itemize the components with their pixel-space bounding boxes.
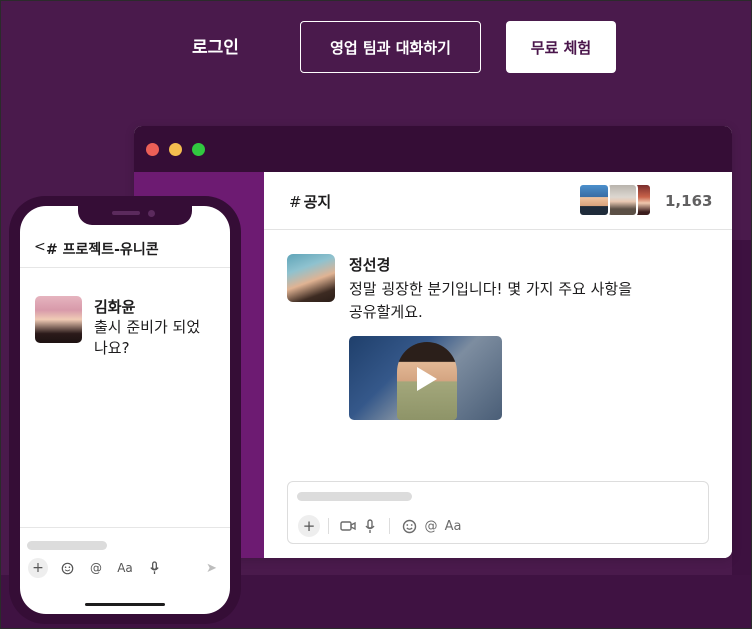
message-text: 정말 굉장한 분기입니다! 몇 가지 주요 사항을 공유할게요. [349,280,633,321]
message-avatar[interactable] [287,254,335,302]
message-text: 출시 준비가 되었나요? [94,318,201,357]
send-icon[interactable]: ➤ [206,561,217,576]
talk-to-sales-button[interactable]: 영업 팀과 대화하기 [300,21,481,73]
emoji-icon[interactable] [398,515,420,537]
video-icon[interactable] [337,515,359,537]
free-trial-button[interactable]: 무료 체험 [506,21,616,73]
format-text-icon[interactable]: Aa [115,558,135,578]
back-chevron-icon[interactable]: < [34,239,46,255]
microphone-icon[interactable] [144,558,164,578]
avatar [606,183,638,217]
phone-composer-toolbar: + @ Aa [28,557,164,579]
format-text-icon[interactable]: Aa [442,515,464,537]
phone-channel-header: < # 프로젝트-유니콘 [20,228,230,268]
channel-header: # 공지 1,163 [264,172,732,230]
background-band [732,240,752,580]
toolbar-divider [389,518,390,534]
video-thumbnail[interactable] [349,336,502,420]
message-author[interactable]: 정선경 [349,254,390,275]
close-dot-icon [146,143,159,156]
phone-channel-name[interactable]: # 프로젝트-유니콘 [46,239,159,259]
phone-notch [78,206,192,225]
phone-frame: < # 프로젝트-유니콘 김화윤 출시 준비가 되었나요? + @ Aa ➤ [9,196,241,624]
maximize-dot-icon [192,143,205,156]
message-avatar[interactable] [35,296,82,343]
login-link[interactable]: 로그인 [192,33,239,58]
hash-icon: # [289,193,302,211]
mention-icon[interactable]: @ [86,558,106,578]
composer-toolbar: + @ Aa [298,515,464,537]
microphone-icon[interactable] [359,515,381,537]
play-icon[interactable] [417,367,437,391]
speaker-icon [112,211,140,215]
member-avatars[interactable] [578,183,658,217]
message-author[interactable]: 김화윤 [94,296,135,317]
camera-icon [148,210,155,217]
emoji-icon[interactable] [57,558,77,578]
add-icon[interactable]: + [28,558,48,578]
composer-placeholder [297,492,412,501]
mention-icon[interactable]: @ [420,515,442,537]
message-composer[interactable]: + @ Aa [287,481,709,544]
phone-screen: < # 프로젝트-유니콘 김화윤 출시 준비가 되었나요? + @ Aa ➤ [20,206,230,614]
window-titlebar [134,126,732,172]
toolbar-divider [328,518,329,534]
channel-panel: # 공지 1,163 정선경 정말 굉장한 분기입니다! 몇 가지 주요 사항을 … [264,172,732,558]
add-icon[interactable]: + [298,515,320,537]
minimize-dot-icon [169,143,182,156]
avatar [578,183,610,217]
channel-title[interactable]: # 공지 [289,191,331,212]
composer-placeholder[interactable] [27,541,107,550]
member-count[interactable]: 1,163 [665,192,712,210]
channel-name: 공지 [303,193,332,211]
home-indicator [85,603,165,606]
composer-divider [20,527,230,528]
